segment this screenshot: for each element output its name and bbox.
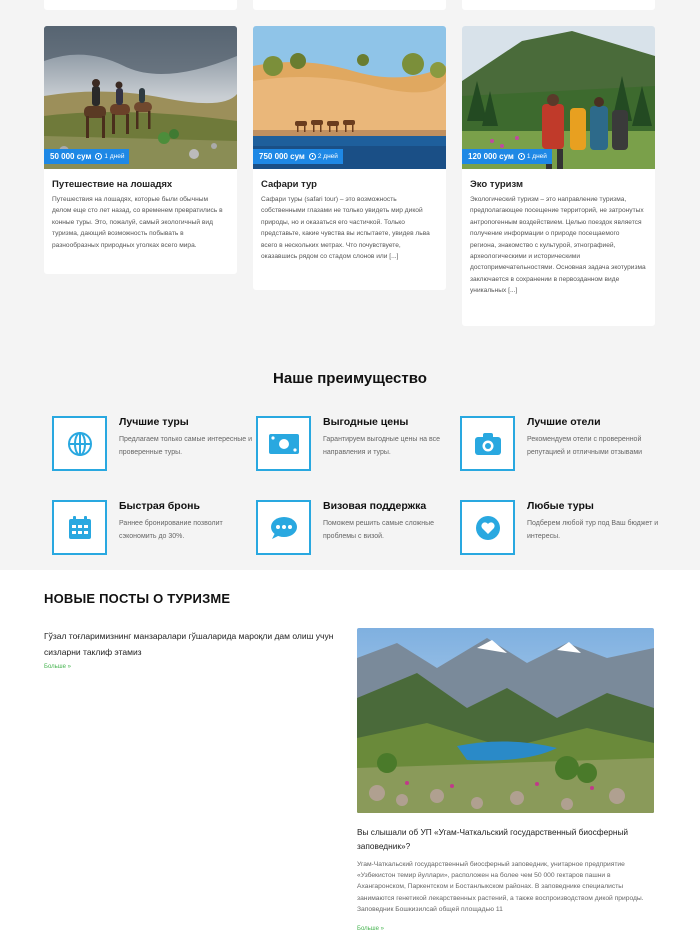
posts-title: НОВЫЕ ПОСТЫ О ТУРИЗМЕ: [44, 591, 231, 606]
tour-card[interactable]: 750 000 сум 2 дней Сафари тур Сафари тур…: [253, 26, 446, 290]
post-title[interactable]: Гўзал тоғларимизнинг манзаралари гўшалар…: [44, 628, 334, 660]
advantage-name: Выгодные цены: [323, 416, 409, 428]
tour-image-eco[interactable]: 120 000 сум 1 дней: [462, 26, 655, 169]
advantage-best-hotels: Лучшие отели Рекомендуем отели с провере…: [460, 416, 665, 476]
advantage-best-prices: Выгодные цены Гарантируем выгодные цены …: [256, 416, 461, 476]
clock-icon: [517, 153, 525, 160]
tour-card[interactable]: 50 000 сум 1 дней Путешествие на лошадях…: [44, 26, 237, 274]
calendar-icon: [52, 500, 107, 555]
advantage-name: Любые туры: [527, 500, 594, 512]
tour-card[interactable]: 120 000 сум 1 дней Эко туризм Экологичес…: [462, 26, 655, 326]
tour-title[interactable]: Эко туризм: [470, 179, 647, 190]
price-value: 120 000 сум: [468, 152, 514, 161]
advantage-any-tours: Любые туры Подберем любой тур под Ваш бю…: [460, 500, 665, 560]
tour-description: Экологический туризм – это направление т…: [470, 196, 646, 295]
duration-value: 2 дней: [317, 153, 338, 160]
post-image-mountains[interactable]: [357, 628, 654, 813]
advantage-desc: Гарантируем выгодные цены на все направл…: [323, 436, 441, 456]
advantage-fast-booking: Быстрая бронь Раннее бронирование позвол…: [52, 500, 257, 560]
more-link[interactable]: Больше »: [357, 926, 384, 932]
clock-icon: [95, 153, 103, 160]
advantage-visa-support: Визовая поддержка Поможем решить самые с…: [256, 500, 461, 560]
advantage-name: Визовая поддержка: [323, 500, 427, 512]
duration-value: 1 дней: [526, 153, 547, 160]
camera-icon: [460, 416, 515, 471]
card-stub: [253, 0, 446, 10]
clock-icon: [308, 153, 316, 160]
price-badge: 120 000 сум 1 дней: [462, 149, 552, 164]
advantage-desc: Подберем любой тур под Ваш бюджет и инте…: [527, 520, 659, 540]
tour-title[interactable]: Путешествие на лошадях: [52, 179, 229, 190]
more-link[interactable]: Больше »: [44, 664, 71, 670]
post-description: Угам-Чаткальский государственный биосфер…: [357, 861, 644, 913]
card-stub: [462, 0, 655, 10]
advantage-name: Лучшие туры: [119, 416, 189, 428]
card-stub: [44, 0, 237, 10]
advantage-desc: Рекомендуем отели с проверенной репутаци…: [527, 436, 643, 456]
price-badge: 50 000 сум 1 дней: [44, 149, 130, 164]
price-badge: 750 000 сум 2 дней: [253, 149, 343, 164]
tour-title[interactable]: Сафари тур: [261, 179, 438, 190]
tour-image-safari[interactable]: 750 000 сум 2 дней: [253, 26, 446, 169]
tour-description: Путешествия на лошадях, которые были обы…: [52, 196, 223, 249]
price-value: 750 000 сум: [259, 152, 305, 161]
advantage-desc: Поможем решить самые сложные проблемы с …: [323, 520, 435, 540]
tour-image-horses[interactable]: 50 000 сум 1 дней: [44, 26, 237, 169]
advantage-desc: Предлагаем только самые интересные и про…: [119, 436, 253, 456]
post-title[interactable]: Вы слышали об УП «Угам-Чаткальский госуд…: [357, 825, 654, 853]
advantage-name: Лучшие отели: [527, 416, 601, 428]
featured-post: Вы слышали об УП «Угам-Чаткальский госуд…: [357, 628, 654, 915]
price-value: 50 000 сум: [50, 152, 92, 161]
chat-icon: [256, 500, 311, 555]
tour-description: Сафари туры (safari tour) – это возможно…: [261, 196, 430, 261]
heart-icon: [460, 500, 515, 555]
money-icon: [256, 416, 311, 471]
advantage-name: Быстрая бронь: [119, 500, 200, 512]
duration-value: 1 дней: [104, 153, 125, 160]
advantage-best-tours: Лучшие туры Предлагаем только самые инте…: [52, 416, 257, 476]
advantage-desc: Раннее бронирование позволит сэкономить …: [119, 520, 223, 540]
advantages-title: Наше преимущество: [273, 370, 427, 387]
globe-icon: [52, 416, 107, 471]
